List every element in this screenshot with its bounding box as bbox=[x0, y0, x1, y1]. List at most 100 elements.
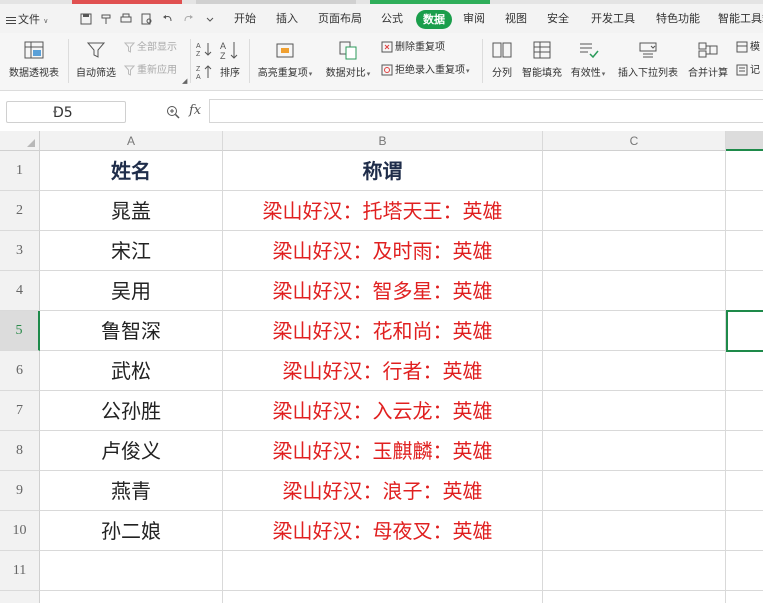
tab-security[interactable]: 安全 bbox=[547, 8, 569, 30]
format-painter-icon[interactable] bbox=[100, 13, 112, 25]
row-header-7[interactable]: 7 bbox=[0, 391, 40, 431]
row-header-5[interactable]: 5 bbox=[0, 311, 40, 351]
cell-a7[interactable]: 公孙胜 bbox=[40, 391, 223, 431]
file-menu[interactable]: 文件 ∨ bbox=[6, 10, 48, 30]
cell-c3[interactable] bbox=[543, 231, 726, 271]
cell-a5[interactable]: 鲁智深 bbox=[40, 311, 223, 351]
cell-a2[interactable]: 晁盖 bbox=[40, 191, 223, 231]
cell-a4[interactable]: 吴用 bbox=[40, 271, 223, 311]
cell-d3[interactable] bbox=[726, 231, 763, 271]
cell-d4[interactable] bbox=[726, 271, 763, 311]
doc-tab-indicator[interactable] bbox=[72, 0, 182, 4]
cell-b1[interactable]: 称谓 bbox=[223, 151, 543, 191]
column-header-b[interactable]: B bbox=[223, 131, 543, 151]
redo-icon[interactable] bbox=[182, 13, 194, 25]
cell-c4[interactable] bbox=[543, 271, 726, 311]
cell-c10[interactable] bbox=[543, 511, 726, 551]
launcher-icon[interactable]: ◢ bbox=[182, 77, 187, 85]
row-header-6[interactable]: 6 bbox=[0, 351, 40, 391]
cell-b3[interactable]: 梁山好汉：及时雨：英雄 bbox=[223, 231, 543, 271]
smart-fill-button[interactable]: 智能填充 bbox=[520, 39, 564, 79]
row-header-11[interactable]: 11 bbox=[0, 551, 40, 591]
highlight-duplicates-button[interactable]: 高亮重复项▾ bbox=[254, 39, 316, 79]
tab-formulas[interactable]: 公式 bbox=[381, 8, 403, 30]
cell-d9[interactable] bbox=[726, 471, 763, 511]
cell-b11[interactable] bbox=[223, 551, 543, 591]
cell-d2[interactable] bbox=[726, 191, 763, 231]
cell-a12[interactable] bbox=[40, 591, 223, 603]
remove-duplicates-button[interactable]: 删除重复项 bbox=[381, 41, 445, 55]
row-header-12[interactable] bbox=[0, 591, 40, 603]
insert-dropdown-list-button[interactable]: 插入下拉列表 bbox=[616, 39, 680, 79]
cell-c5[interactable] bbox=[543, 311, 726, 351]
cell-c6[interactable] bbox=[543, 351, 726, 391]
record-button[interactable]: 记 bbox=[736, 64, 760, 78]
cell-a10[interactable]: 孙二娘 bbox=[40, 511, 223, 551]
cell-c12[interactable] bbox=[543, 591, 726, 603]
cell-b8[interactable]: 梁山好汉：玉麒麟：英雄 bbox=[223, 431, 543, 471]
chevron-down-icon[interactable]: ▾ bbox=[53, 102, 122, 124]
cell-d10[interactable] bbox=[726, 511, 763, 551]
cell-b6[interactable]: 梁山好汉：行者：英雄 bbox=[223, 351, 543, 391]
row-header-9[interactable]: 9 bbox=[0, 471, 40, 511]
reject-duplicates-button[interactable]: 拒绝录入重复项▾ bbox=[381, 64, 470, 78]
row-header-4[interactable]: 4 bbox=[0, 271, 40, 311]
name-box[interactable]: D5 ▾ bbox=[6, 101, 126, 123]
validity-button[interactable]: 有效性▾ bbox=[568, 39, 608, 79]
cell-c11[interactable] bbox=[543, 551, 726, 591]
row-header-3[interactable]: 3 bbox=[0, 231, 40, 271]
formula-input[interactable] bbox=[209, 99, 763, 123]
data-compare-button[interactable]: 数据对比▾ bbox=[322, 39, 374, 79]
row-header-2[interactable]: 2 bbox=[0, 191, 40, 231]
print-icon[interactable] bbox=[120, 13, 132, 25]
fx-icon[interactable]: fx bbox=[189, 103, 201, 118]
customize-icon[interactable] bbox=[204, 13, 216, 25]
cell-b5[interactable]: 梁山好汉：花和尚：英雄 bbox=[223, 311, 543, 351]
tab-page-layout[interactable]: 页面布局 bbox=[318, 8, 362, 30]
cell-a3[interactable]: 宋江 bbox=[40, 231, 223, 271]
cell-b7[interactable]: 梁山好汉：入云龙：英雄 bbox=[223, 391, 543, 431]
print-preview-icon[interactable] bbox=[141, 13, 153, 25]
doc-tab-indicator[interactable] bbox=[370, 0, 490, 4]
tab-view[interactable]: 视图 bbox=[505, 8, 527, 30]
tab-review[interactable]: 审阅 bbox=[463, 8, 485, 30]
column-header-d[interactable] bbox=[726, 131, 763, 151]
cell-d11[interactable] bbox=[726, 551, 763, 591]
split-column-button[interactable]: 分列 bbox=[488, 39, 516, 79]
cell-b10[interactable]: 梁山好汉：母夜叉：英雄 bbox=[223, 511, 543, 551]
cell-a8[interactable]: 卢俊义 bbox=[40, 431, 223, 471]
cell-d7[interactable] bbox=[726, 391, 763, 431]
cell-d8[interactable] bbox=[726, 431, 763, 471]
column-header-a[interactable]: A bbox=[40, 131, 223, 151]
autofilter-button[interactable]: 自动筛选 bbox=[74, 39, 118, 79]
reapply-button[interactable]: 重新应用 bbox=[123, 64, 177, 78]
cell-b4[interactable]: 梁山好汉：智多星：英雄 bbox=[223, 271, 543, 311]
zoom-icon[interactable] bbox=[166, 105, 180, 119]
sort-asc-button[interactable]: AZ bbox=[196, 41, 214, 58]
tab-insert[interactable]: 插入 bbox=[276, 8, 298, 30]
column-header-c[interactable]: C bbox=[543, 131, 726, 151]
cell-a9[interactable]: 燕青 bbox=[40, 471, 223, 511]
show-all-button[interactable]: 全部显示 bbox=[123, 41, 177, 55]
cell-c8[interactable] bbox=[543, 431, 726, 471]
cell-a6[interactable]: 武松 bbox=[40, 351, 223, 391]
row-header-1[interactable]: 1 bbox=[0, 151, 40, 191]
tab-features[interactable]: 特色功能 bbox=[656, 8, 700, 30]
cell-d6[interactable] bbox=[726, 351, 763, 391]
cell-c2[interactable] bbox=[543, 191, 726, 231]
pivot-table-button[interactable]: 数据透视表 bbox=[8, 39, 60, 79]
tab-data[interactable]: 数据 bbox=[416, 10, 452, 29]
select-all-corner[interactable] bbox=[0, 131, 40, 151]
consolidate-button[interactable]: 合并计算 bbox=[686, 39, 730, 79]
row-header-8[interactable]: 8 bbox=[0, 431, 40, 471]
cell-d1[interactable] bbox=[726, 151, 763, 191]
sort-desc-button[interactable]: ZA bbox=[196, 64, 214, 81]
cell-c7[interactable] bbox=[543, 391, 726, 431]
cell-c9[interactable] bbox=[543, 471, 726, 511]
save-icon[interactable] bbox=[80, 13, 92, 25]
cell-c1[interactable] bbox=[543, 151, 726, 191]
tab-smart-toolbox[interactable]: 智能工具箱 bbox=[718, 8, 763, 30]
row-header-10[interactable]: 10 bbox=[0, 511, 40, 551]
sort-button[interactable]: AZ 排序 bbox=[216, 39, 244, 79]
cell-b9[interactable]: 梁山好汉：浪子：英雄 bbox=[223, 471, 543, 511]
